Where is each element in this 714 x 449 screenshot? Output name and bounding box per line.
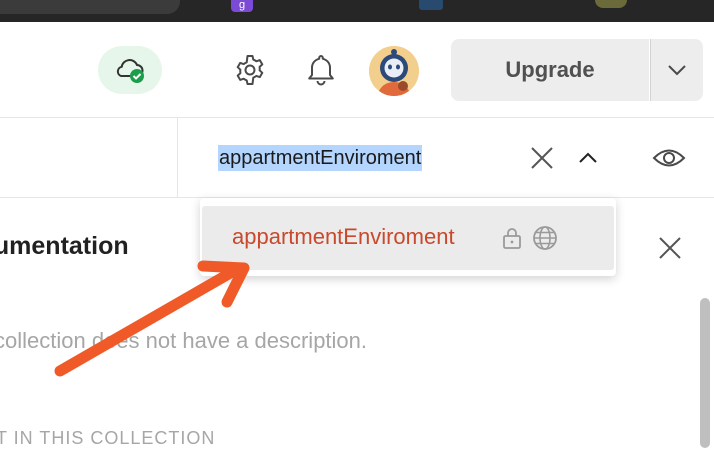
chevron-down-icon [668,65,686,76]
lock-icon [503,228,521,249]
upgrade-button[interactable]: Upgrade [451,39,649,101]
eye-icon [652,149,686,167]
environment-quick-look-button[interactable] [652,141,686,175]
chevron-up-icon [579,152,597,163]
close-icon [659,237,681,259]
browser-top-strip: g [0,0,714,22]
settings-button[interactable] [228,48,272,92]
bell-icon [308,55,334,86]
vertical-scrollbar[interactable] [700,298,710,448]
clear-search-button[interactable] [525,141,559,175]
close-icon [531,147,553,169]
user-avatar[interactable] [369,46,419,96]
tab-favicon-photo[interactable] [595,0,627,8]
upgrade-options-button[interactable] [650,39,703,101]
suggestion-label: appartmentEnviroment [232,224,455,249]
collapse-search-button[interactable] [571,141,605,175]
collection-description: collection does not have a description. [0,328,368,353]
cloud-check-icon [116,59,144,83]
tab-favicon-blue[interactable] [419,0,443,10]
documentation-title: cumentation [0,232,129,260]
app-header: Upgrade [0,22,714,118]
suggestion-item[interactable]: appartmentEnviroment [202,206,614,270]
window-pill [0,0,180,14]
sync-status-button[interactable] [98,46,162,94]
astronaut-avatar-icon [369,46,419,96]
collection-section-header: T IN THIS COLLECTION [0,428,216,448]
globe-icon [533,226,557,250]
gear-icon [236,55,264,85]
tab-favicon-g[interactable]: g [231,0,253,12]
environment-suggestions-dropdown: appartmentEnviroment [200,198,616,276]
notifications-button[interactable] [299,48,343,92]
environment-search-input[interactable]: appartmentEnviroment [218,145,423,171]
environment-search-bar: appartmentEnviroment [0,118,714,198]
panel-divider [177,118,178,197]
close-documentation-button[interactable] [652,230,688,266]
